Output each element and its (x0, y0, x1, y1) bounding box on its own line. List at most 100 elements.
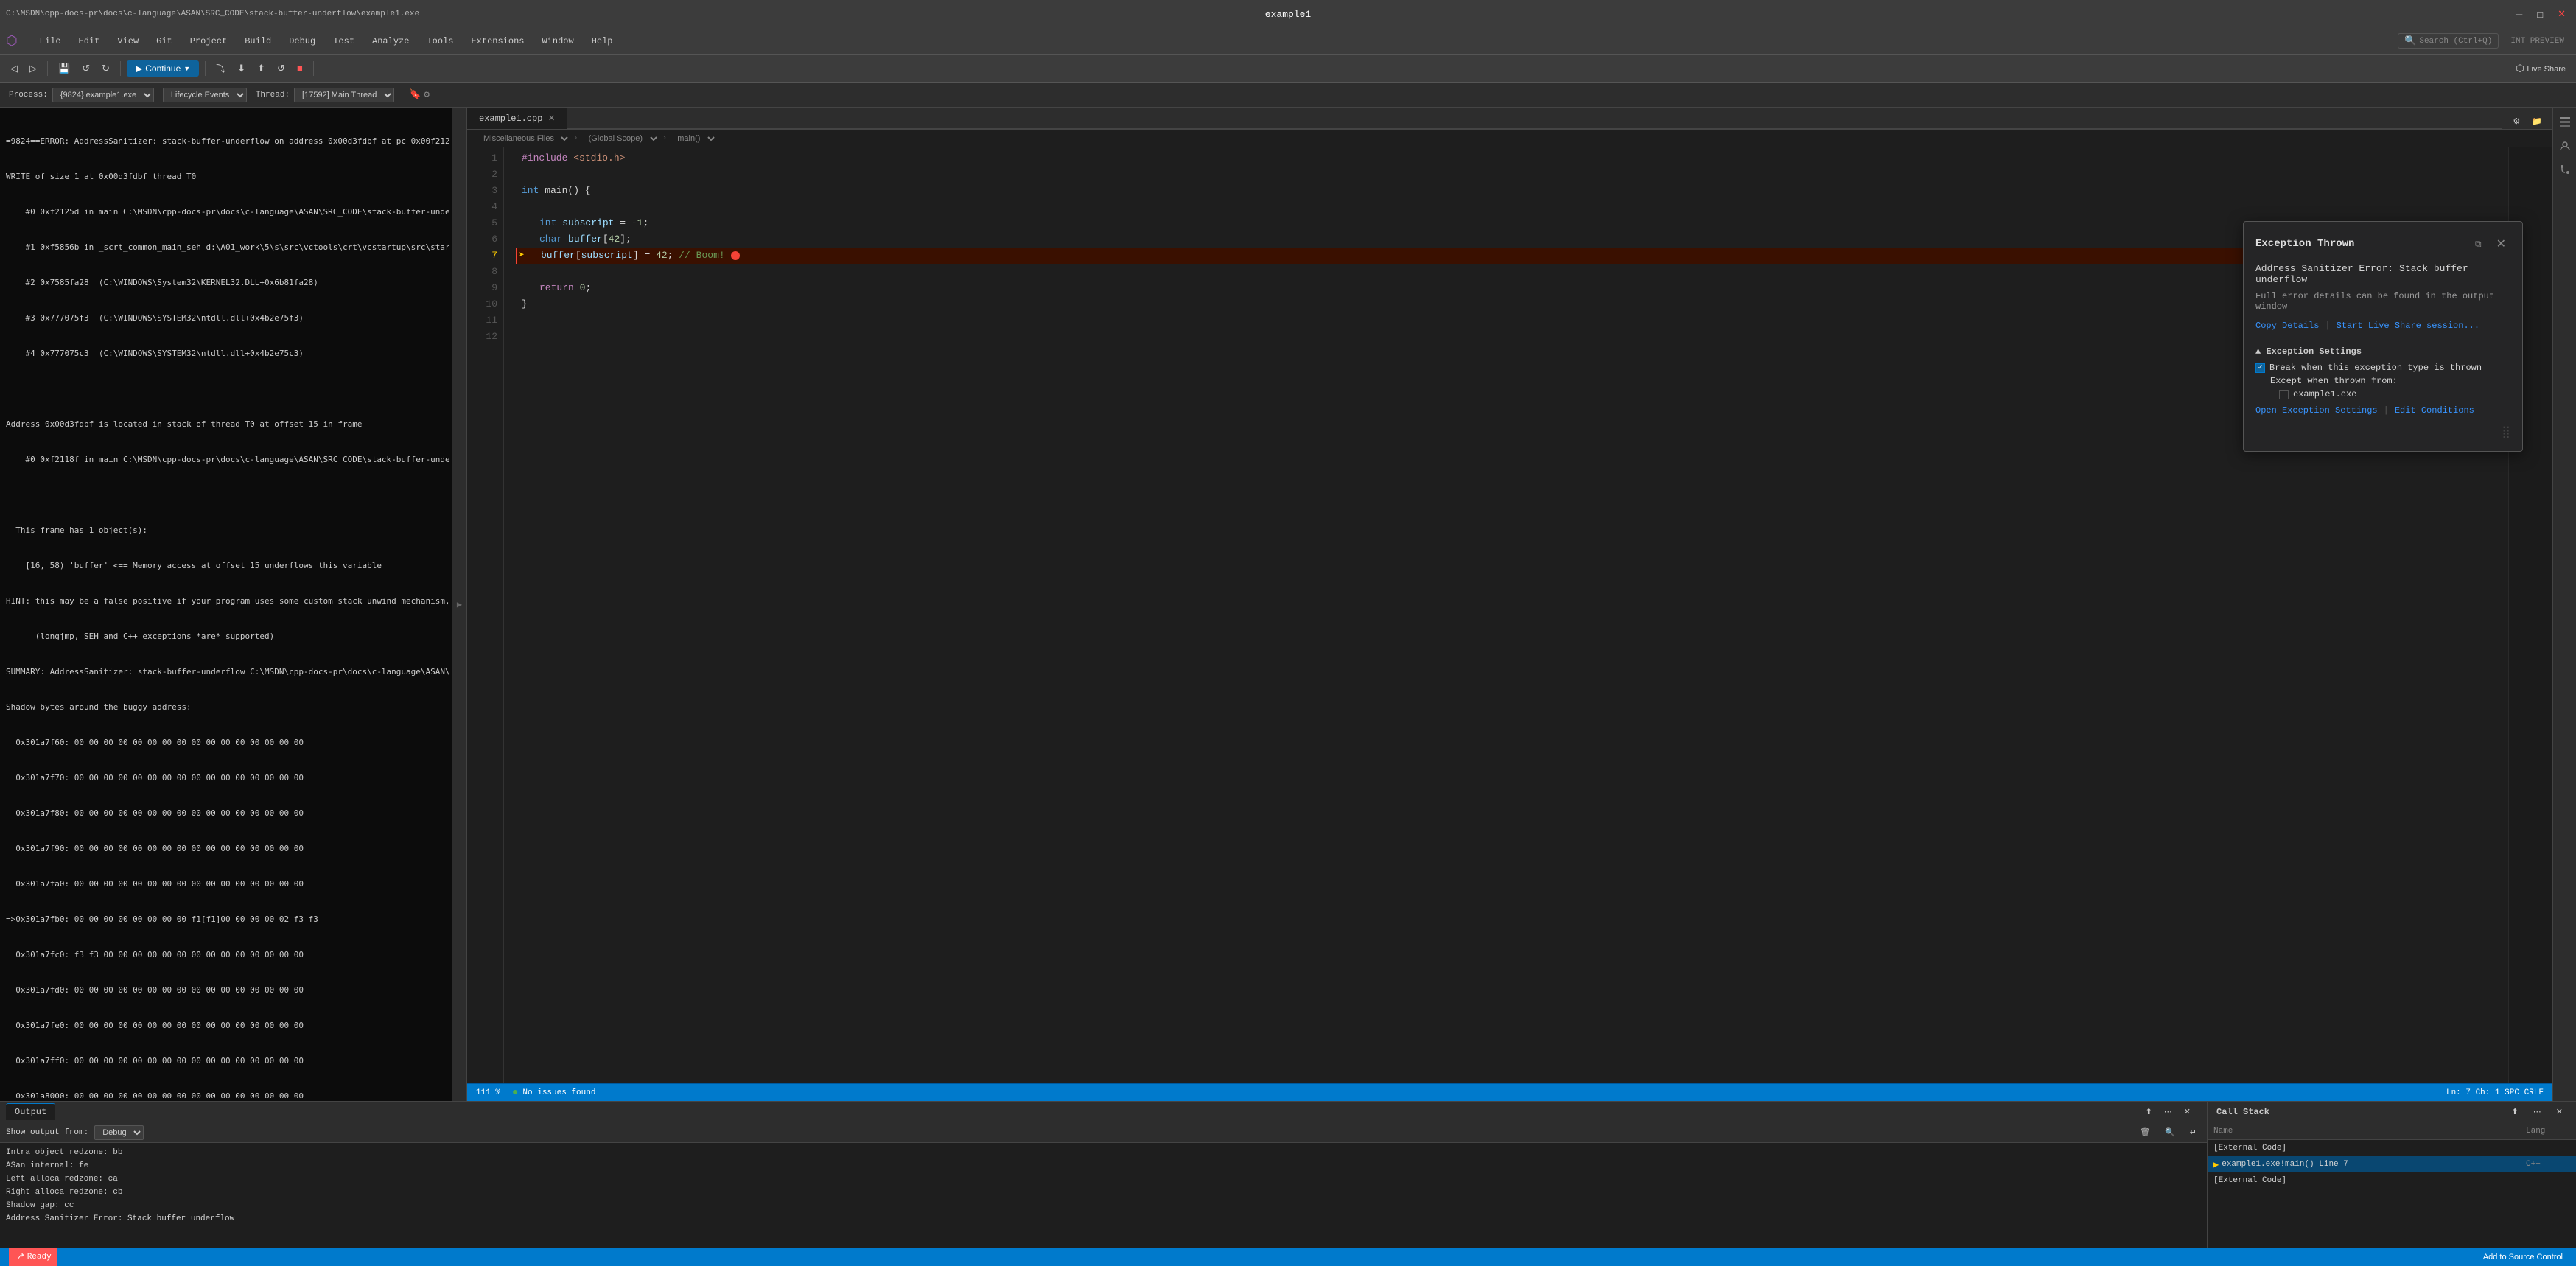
output-source-select[interactable]: Debug (94, 1125, 144, 1140)
terminal-line (6, 383, 446, 395)
lifecycle-select[interactable]: Lifecycle Events (163, 88, 247, 102)
code-line-9: return 0; (516, 280, 2508, 296)
menu-bar: ⬡ File Edit View Git Project Build Debug… (0, 28, 2576, 55)
terminal-line: #4 0x777075c3 (C:\WINDOWS\SYSTEM32\ntdll… (6, 348, 446, 360)
breadcrumb-folder-select[interactable]: Miscellaneous Files (476, 132, 570, 145)
cs-row-main[interactable]: ▶ example1.exe!main() Line 7 C++ (2208, 1156, 2576, 1172)
menu-tools[interactable]: Tools (419, 33, 461, 49)
code-area[interactable]: #include <stdio.h> int main() { int subs… (504, 147, 2508, 1083)
edit-conditions-link[interactable]: Edit Conditions (2395, 405, 2474, 416)
zoom-level[interactable]: 111 % (476, 1088, 500, 1097)
copy-details-link[interactable]: Copy Details (2255, 321, 2319, 331)
popup-restore-button[interactable]: ⧉ (2471, 236, 2486, 253)
call-stack-content: [External Code] ▶ example1.exe!main() Li… (2208, 1140, 2576, 1248)
title-bar: C:\MSDN\cpp-docs-pr\docs\c-language\ASAN… (0, 0, 2576, 28)
restart-button[interactable]: ↺ (273, 60, 290, 77)
minimize-button[interactable]: ─ (2511, 6, 2527, 23)
solution-explorer-sidebar-icon[interactable] (2556, 113, 2574, 131)
thread-select[interactable]: [17592] Main Thread (294, 88, 394, 102)
menu-project[interactable]: Project (183, 33, 234, 49)
terminal-panel: =9824==ERROR: AddressSanitizer: stack-bu… (0, 108, 452, 1101)
process-select[interactable]: {9824} example1.exe (52, 88, 154, 102)
editor-tab-example1[interactable]: example1.cpp ✕ (467, 108, 567, 129)
breadcrumb-scope-select[interactable]: (Global Scope) (581, 132, 659, 145)
back-button[interactable]: ◁ (6, 60, 22, 77)
vs-logo: ⬡ (6, 33, 18, 49)
solution-explorer-icon[interactable]: 📁 (2527, 113, 2547, 129)
ln-2: 2 (467, 167, 497, 183)
terminal-line: #0 0xf2125d in main C:\MSDN\cpp-docs-pr\… (6, 206, 446, 218)
terminal-line: SUMMARY: AddressSanitizer: stack-buffer-… (6, 666, 446, 678)
ready-label: Ready (27, 1253, 52, 1262)
output-expand-icon[interactable]: ⬆ (2141, 1104, 2157, 1119)
main-layout: =9824==ERROR: AddressSanitizer: stack-bu… (0, 108, 2576, 1101)
forward-button[interactable]: ▷ (25, 60, 41, 77)
menu-help[interactable]: Help (584, 33, 620, 49)
bottom-panel: Output ⬆ ⋯ ✕ Show output from: Debug 🗑 🔍… (0, 1101, 2576, 1248)
output-close-icon[interactable]: ✕ (2180, 1104, 2195, 1119)
close-button[interactable]: ✕ (2553, 5, 2570, 23)
redo-button[interactable]: ↻ (97, 60, 114, 77)
example1-checkbox[interactable] (2279, 390, 2289, 399)
git-branch-icon: ⎇ (15, 1252, 24, 1262)
step-out-button[interactable]: ⬆ (253, 60, 270, 77)
breadcrumb-function-select[interactable]: main() (670, 132, 717, 145)
stop-button[interactable]: ■ (293, 60, 307, 77)
call-stack-expand-icon[interactable]: ⬆ (2507, 1104, 2523, 1119)
editor-settings-icon[interactable]: ⚙ (2508, 113, 2524, 129)
code-line-8 (516, 264, 2508, 280)
code-line-2 (516, 167, 2508, 183)
menu-file[interactable]: File (32, 33, 69, 49)
except-when-thrown-label: Except when thrown from: (2270, 376, 2398, 386)
tab-close-icon[interactable]: ✕ (548, 112, 554, 125)
call-stack-close-icon[interactable]: ✕ (2552, 1104, 2567, 1119)
menu-debug[interactable]: Debug (281, 33, 323, 49)
menu-build[interactable]: Build (237, 33, 279, 49)
step-into-button[interactable]: ⬇ (233, 60, 250, 77)
terminal-line (6, 489, 446, 501)
exception-message: Address Sanitizer Error: Stack buffer un… (2255, 263, 2510, 285)
live-share-icon: ⬡ (2516, 63, 2524, 74)
continue-button[interactable]: ▶ Continue ▼ (127, 60, 199, 77)
add-source-control-button[interactable]: Add to Source Control (2479, 1250, 2567, 1265)
open-exception-settings-link[interactable]: Open Exception Settings (2255, 405, 2378, 416)
output-tab[interactable]: Output (6, 1103, 55, 1120)
break-checkbox[interactable]: ✓ (2255, 363, 2265, 373)
maximize-button[interactable]: □ (2533, 6, 2547, 23)
popup-close-button[interactable]: ✕ (2492, 234, 2510, 254)
live-share-session-link[interactable]: Start Live Share session... (2337, 321, 2479, 331)
cs-row-external-2[interactable]: [External Code] (2208, 1172, 2576, 1189)
output-line: ASan internal: fe (6, 1159, 2201, 1172)
title-bar-path: C:\MSDN\cpp-docs-pr\docs\c-language\ASAN… (6, 10, 1265, 18)
toolbar-sep-1 (47, 61, 48, 76)
output-options-icon[interactable]: ⋯ (2160, 1104, 2177, 1119)
git-changes-sidebar-icon[interactable] (2556, 161, 2574, 178)
menu-view[interactable]: View (110, 33, 146, 49)
menu-edit[interactable]: Edit (71, 33, 108, 49)
call-stack-options-icon[interactable]: ⋯ (2529, 1104, 2546, 1119)
resize-handle-icon: ⣿ (2502, 424, 2510, 439)
live-share-button[interactable]: ⬡ Live Share (2511, 60, 2570, 77)
cs-row-external-1[interactable]: [External Code] (2208, 1140, 2576, 1156)
exception-popup: Exception Thrown ⧉ ✕ Address Sanitizer E… (2243, 221, 2523, 452)
menu-window[interactable]: Window (534, 33, 581, 49)
cs-col-name: Name (2213, 1127, 2526, 1136)
step-over-button[interactable]: ⤵ (211, 58, 230, 78)
search-label: Search (Ctrl+Q) (2419, 37, 2492, 46)
editor-content: 1 2 3 4 5 6 7 8 9 10 11 12 #include <std… (467, 147, 2552, 1083)
output-wrap-button[interactable]: ↵ (2185, 1125, 2201, 1140)
no-issues-label: No issues found (522, 1088, 595, 1097)
tab-filename: example1.cpp (479, 113, 542, 124)
terminal-line: [16, 58) 'buffer' <== Memory access at o… (6, 560, 446, 572)
menu-analyze[interactable]: Analyze (365, 33, 416, 49)
menu-git[interactable]: Git (149, 33, 180, 49)
output-find-button[interactable]: 🔍 (2160, 1125, 2180, 1140)
menu-extensions[interactable]: Extensions (463, 33, 531, 49)
team-explorer-sidebar-icon[interactable] (2556, 137, 2574, 155)
save-button[interactable]: 💾 (54, 60, 74, 77)
terminal-line: 0x301a7f80: 00 00 00 00 00 00 00 00 00 0… (6, 808, 446, 819)
output-clear-button[interactable]: 🗑 (2135, 1125, 2155, 1140)
output-line: Intra object redzone: bb (6, 1146, 2201, 1159)
menu-test[interactable]: Test (326, 33, 362, 49)
undo-button[interactable]: ↺ (77, 60, 94, 77)
